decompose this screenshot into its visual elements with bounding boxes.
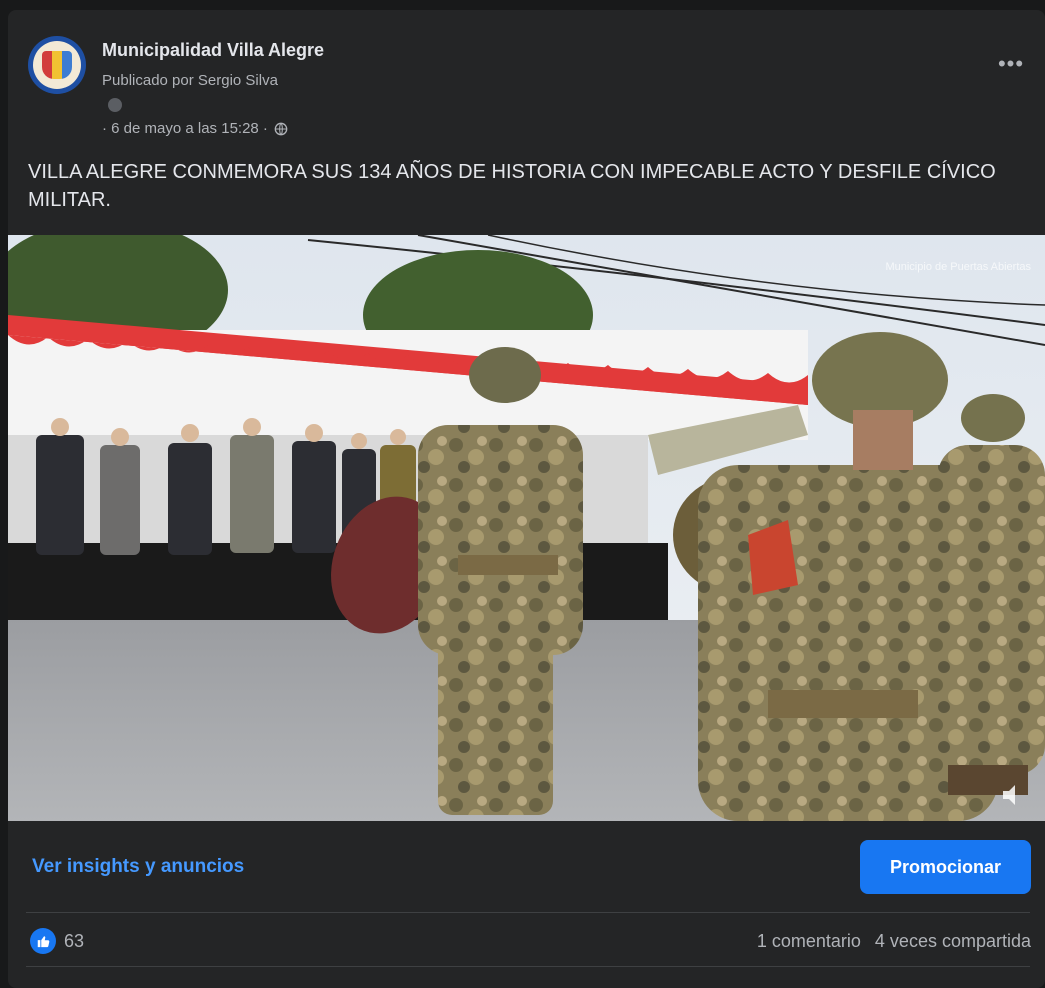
globe-icon — [274, 122, 288, 135]
post-date-line: · 6 de mayo a las 15:28 · — [102, 120, 288, 137]
parade-photo: Municipio de Puertas Abiertas — [8, 220, 1045, 821]
more-options-button[interactable]: ••• — [994, 50, 1028, 78]
location-pin-icon — [108, 98, 122, 112]
like-count: 63 — [64, 930, 85, 951]
like-reaction-icon — [30, 928, 56, 954]
comment-count[interactable]: 1 comentario — [757, 931, 861, 952]
post-text: VILLA ALEGRE CONMEMORA SUS 134 AÑOS DE H… — [28, 161, 996, 211]
post-header: Municipalidad Villa Alegre Publicado por… — [28, 36, 1028, 156]
share-count[interactable]: 4 veces compartida — [875, 931, 1031, 952]
page-avatar[interactable] — [28, 36, 86, 94]
page-name[interactable]: Municipalidad Villa Alegre — [102, 40, 324, 61]
photo-watermark: Municipio de Puertas Abiertas — [885, 261, 1031, 273]
view-insights-link[interactable]: Ver insights y anuncios — [32, 856, 244, 878]
post-card: Municipalidad Villa Alegre Publicado por… — [8, 10, 1045, 988]
divider — [26, 966, 1030, 967]
post-photo[interactable]: Municipio de Puertas Abiertas — [8, 220, 1045, 821]
engagement-stats: 1 comentario 4 veces compartida — [757, 931, 1031, 952]
published-by[interactable]: Publicado por Sergio Silva — [102, 72, 278, 89]
municipal-crest-icon — [33, 41, 81, 89]
divider — [26, 912, 1030, 913]
more-dots-icon: ••• — [997, 51, 1025, 76]
post-date[interactable]: · 6 de mayo a las 15:28 · — [102, 120, 268, 137]
promote-button[interactable]: Promocionar — [860, 840, 1031, 894]
reaction-summary[interactable]: 63 — [30, 928, 84, 954]
